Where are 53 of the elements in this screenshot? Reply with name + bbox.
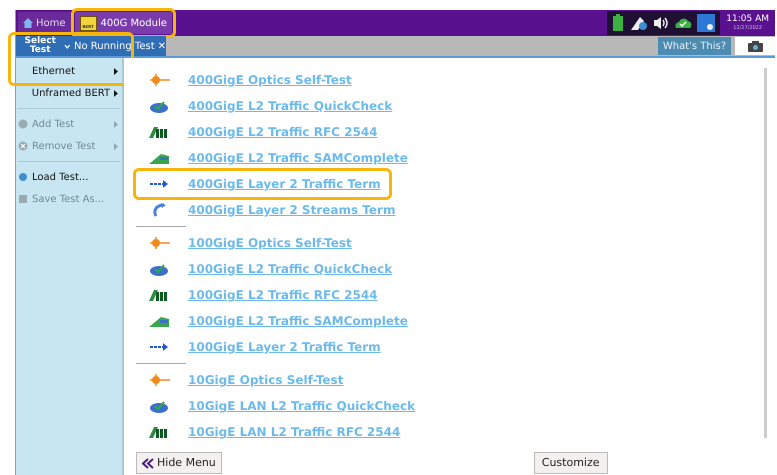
network-icon [630,15,648,31]
remote-screen-icon [697,14,716,32]
camera-icon [748,40,762,52]
test-link[interactable]: 400GigE Layer 2 Traffic Term [188,175,381,193]
caret-right-icon [114,68,118,74]
menu-item[interactable]: Load Test... [16,166,122,188]
bars-icon [148,425,170,439]
customize-button[interactable]: Customize [534,452,608,474]
hide-menu-button[interactable]: Hide Menu [136,452,222,474]
test-link[interactable]: 400GigE L2 Traffic QuickCheck [188,97,392,115]
camera-button[interactable] [735,37,775,55]
arrow-icon [148,177,170,191]
disc-check-icon [148,399,170,413]
test-link[interactable]: 400GigE Layer 2 Streams Term [188,201,396,219]
bars-icon [148,288,170,302]
slope-icon [148,151,170,165]
speaker-icon [653,16,670,30]
x-disc-icon [18,141,28,151]
menu-item[interactable]: Unframed BERT [16,82,122,104]
test-link[interactable]: 100GigE L2 Traffic SAMComplete [188,312,408,330]
test-link[interactable]: 400GigE L2 Traffic SAMComplete [188,149,408,167]
chevron-down-icon [64,44,71,48]
caret-right-icon [114,90,118,96]
dot-icon [18,172,28,182]
disc-check-icon [148,99,170,113]
clock-time: 11:05 AM [726,15,769,24]
test-link[interactable]: 100GigE L2 Traffic RFC 2544 [188,286,378,304]
caret-right-icon [114,120,118,128]
bars-icon [148,125,170,139]
help-button[interactable]: What's This? [658,37,731,55]
select-test-tab[interactable]: Select Test No Running Test ✕ [16,36,166,56]
menu-item[interactable]: Ethernet [16,60,122,82]
slope-icon [148,314,170,328]
test-link[interactable]: 400GigE Optics Self-Test [188,71,352,89]
arrow-icon [148,340,170,354]
starburst-icon [148,73,170,87]
test-link[interactable]: 10GigE Optics Self-Test [188,371,344,389]
plus-disc-icon [18,119,28,129]
test-link[interactable]: 100GigE L2 Traffic QuickCheck [188,260,392,278]
test-link[interactable]: 100GigE Layer 2 Traffic Term [188,338,381,356]
double-chevron-left-icon [142,458,154,468]
starburst-icon [148,373,170,387]
cloud-check-icon [674,17,692,29]
home-button[interactable]: Home [18,12,71,34]
test-link[interactable]: 10GigE LAN L2 Traffic QuickCheck [188,397,416,415]
test-link[interactable]: 400GigE L2 Traffic RFC 2544 [188,123,378,141]
battery-icon [612,14,626,32]
caret-right-icon [114,142,118,150]
house-icon [23,18,33,28]
test-link[interactable]: 10GigE LAN L2 Traffic RFC 2544 [188,423,400,441]
test-link[interactable]: 100GigE Optics Self-Test [188,234,352,252]
disc-check-icon [148,262,170,276]
starburst-icon [148,236,170,250]
